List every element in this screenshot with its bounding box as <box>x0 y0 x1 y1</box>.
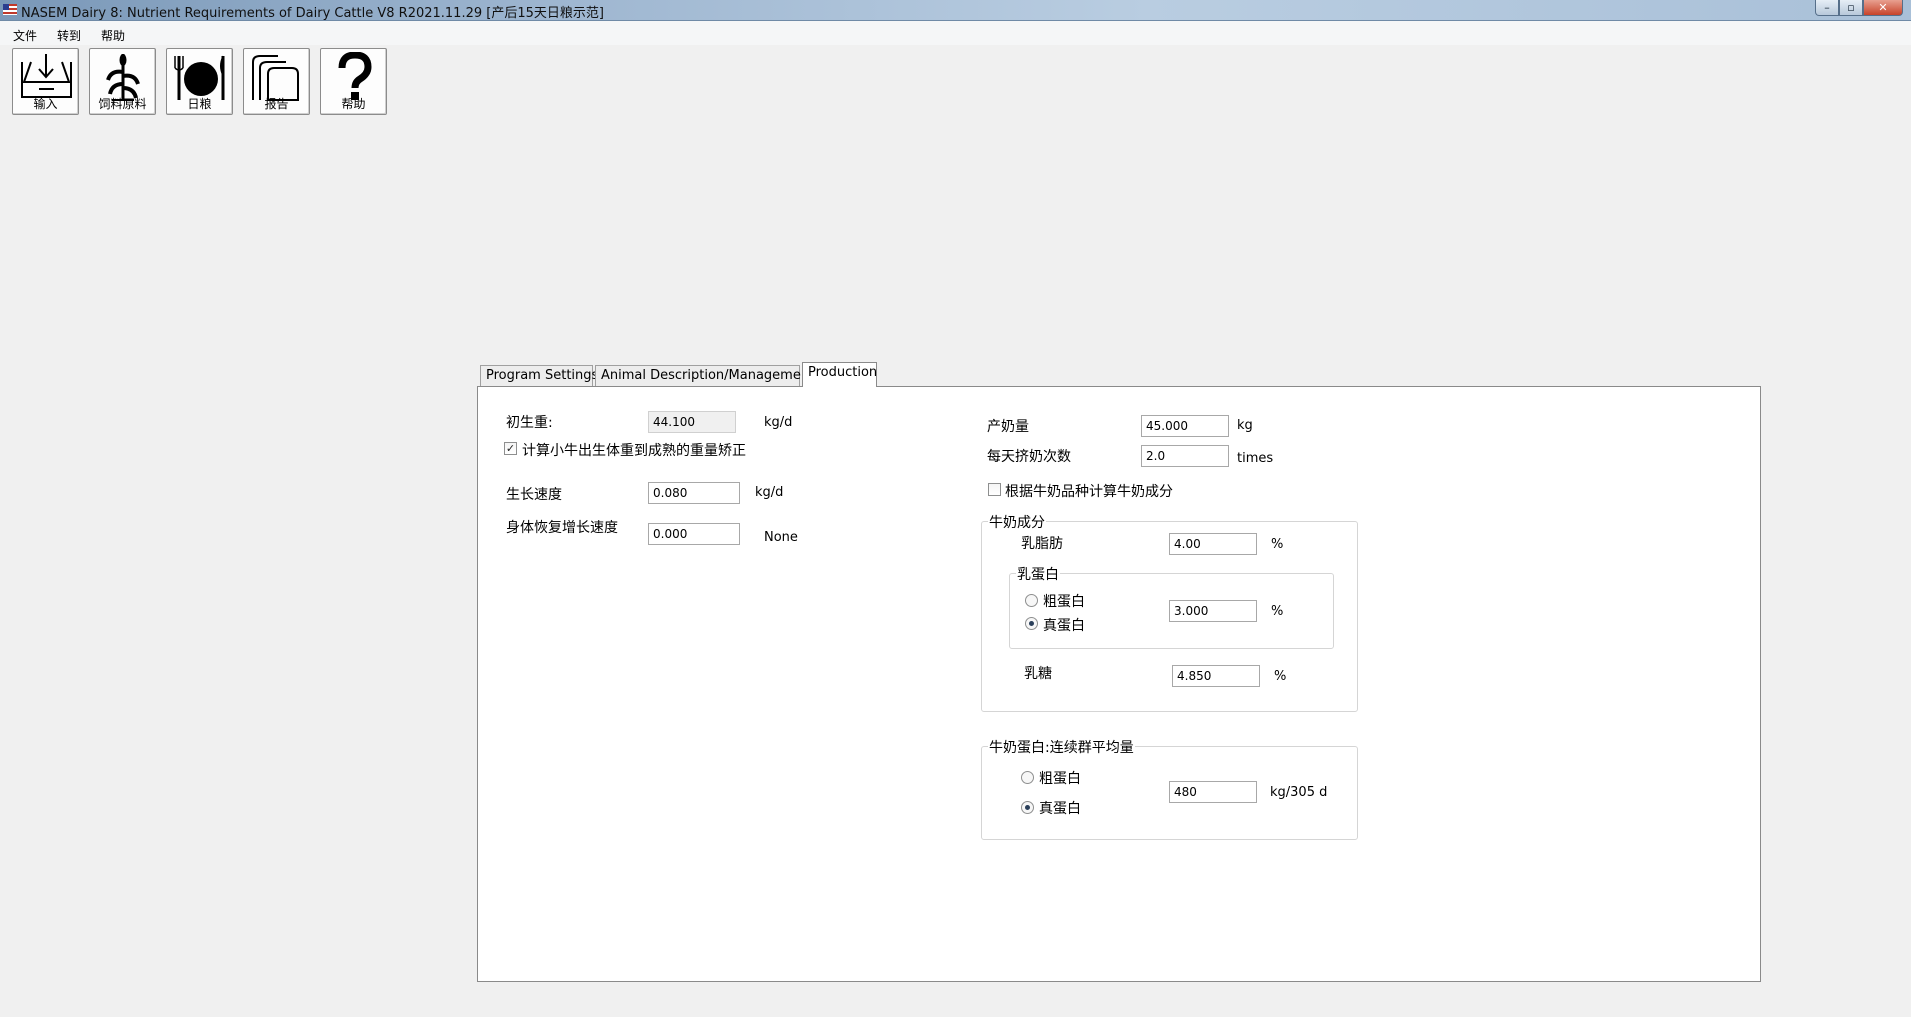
feed-ingredients-button[interactable]: 饲料原料 <box>89 48 156 115</box>
herd-protein-group: 牛奶蛋白:连续群平均量 粗蛋白 真蛋白 480 kg/305 d <box>981 737 1358 840</box>
birth-weight-field: 44.100 <box>648 411 736 433</box>
help-button[interactable]: 帮助 <box>320 48 387 115</box>
herd-protein-true-radio[interactable] <box>1021 801 1034 814</box>
window-title-bar: NASEM Dairy 8: Nutrient Requirements of … <box>0 0 1911 21</box>
lactose-input[interactable]: 4.850 <box>1172 665 1260 687</box>
diet-button[interactable]: 日粮 <box>166 48 233 115</box>
tab-animal-description[interactable]: Animal Description/Management <box>595 365 814 387</box>
report-button-label: 报告 <box>264 97 289 111</box>
herd-protein-crude-radio[interactable] <box>1021 771 1034 784</box>
recovery-growth-unit: None <box>764 530 798 545</box>
menu-bar: 文件 转到 帮助 <box>0 21 1911 45</box>
calc-birth-weight-checkbox[interactable]: ✓ <box>504 442 517 455</box>
herd-protein-title: 牛奶蛋白:连续群平均量 <box>988 737 1135 757</box>
milk-protein-title: 乳蛋白 <box>1016 564 1060 584</box>
herd-protein-input[interactable]: 480 <box>1169 781 1257 803</box>
report-button[interactable]: 报告 <box>243 48 310 115</box>
milk-protein-group: 乳蛋白 粗蛋白 真蛋白 3.000 % <box>1009 564 1334 649</box>
tab-program-settings[interactable]: Program Settings <box>480 365 598 387</box>
menu-file[interactable]: 文件 <box>13 27 37 44</box>
milk-yield-input[interactable]: 45.000 <box>1141 415 1229 437</box>
calc-birth-weight-label: 计算小牛出生体重到成熟的重量矫正 <box>522 443 746 459</box>
milk-protein-crude-radio[interactable] <box>1025 594 1038 607</box>
tab-production[interactable]: Production <box>802 362 877 387</box>
herd-protein-unit: kg/305 d <box>1270 785 1328 800</box>
growth-rate-unit: kg/d <box>755 485 784 500</box>
maximize-button[interactable]: ▫ <box>1839 0 1863 16</box>
lactose-unit: % <box>1274 669 1287 684</box>
growth-rate-input[interactable]: 0.080 <box>648 482 740 504</box>
close-button[interactable]: ✕ <box>1863 0 1903 16</box>
input-button[interactable]: 输入 <box>12 48 79 115</box>
milkings-unit: times <box>1237 451 1274 466</box>
growth-rate-label: 生长速度 <box>506 487 562 503</box>
milk-components-group: 牛奶成分 乳脂肪 4.00 % 乳蛋白 粗蛋白 真蛋白 3.000 % 乳糖 4… <box>981 512 1358 712</box>
milk-yield-label: 产奶量 <box>987 419 1029 435</box>
calc-by-breed-label: 根据牛奶品种计算牛奶成分 <box>1005 484 1173 500</box>
herd-protein-crude-label: 粗蛋白 <box>1039 771 1081 787</box>
calc-by-breed-checkbox[interactable] <box>988 483 1001 496</box>
production-panel: 初生重: 44.100 kg/d ✓ 计算小牛出生体重到成熟的重量矫正 生长速度… <box>477 386 1761 982</box>
recovery-growth-input[interactable]: 0.000 <box>648 523 740 545</box>
milkings-label: 每天挤奶次数 <box>987 449 1071 465</box>
menu-help[interactable]: 帮助 <box>101 27 125 44</box>
milk-protein-true-label: 真蛋白 <box>1043 618 1085 634</box>
birth-weight-unit: kg/d <box>764 415 793 430</box>
herd-protein-true-label: 真蛋白 <box>1039 801 1081 817</box>
milk-fat-unit: % <box>1271 537 1284 552</box>
minimize-button[interactable]: – <box>1815 0 1839 16</box>
milkings-input[interactable]: 2.0 <box>1141 445 1229 467</box>
milk-protein-unit: % <box>1271 604 1284 619</box>
lactose-label: 乳糖 <box>1024 666 1052 682</box>
birth-weight-label: 初生重: <box>506 415 553 431</box>
feed-ingredients-label: 饲料原料 <box>98 97 147 111</box>
minimize-icon: – <box>1824 1 1830 14</box>
diet-button-label: 日粮 <box>187 97 212 111</box>
input-button-label: 输入 <box>33 97 58 111</box>
milk-components-title: 牛奶成分 <box>988 512 1046 532</box>
milk-fat-label: 乳脂肪 <box>1021 536 1063 552</box>
milk-protein-crude-label: 粗蛋白 <box>1043 594 1085 610</box>
milk-yield-unit: kg <box>1237 418 1253 433</box>
recovery-growth-label: 身体恢复增长速度 <box>506 520 618 536</box>
help-button-label: 帮助 <box>341 97 366 111</box>
menu-goto[interactable]: 转到 <box>57 27 81 44</box>
app-flag-icon <box>3 4 17 15</box>
milk-protein-input[interactable]: 3.000 <box>1169 600 1257 622</box>
close-icon: ✕ <box>1878 1 1888 14</box>
maximize-icon: ▫ <box>1847 1 1855 14</box>
milk-fat-input[interactable]: 4.00 <box>1169 533 1257 555</box>
milk-protein-true-radio[interactable] <box>1025 617 1038 630</box>
window-title: NASEM Dairy 8: Nutrient Requirements of … <box>21 6 604 21</box>
